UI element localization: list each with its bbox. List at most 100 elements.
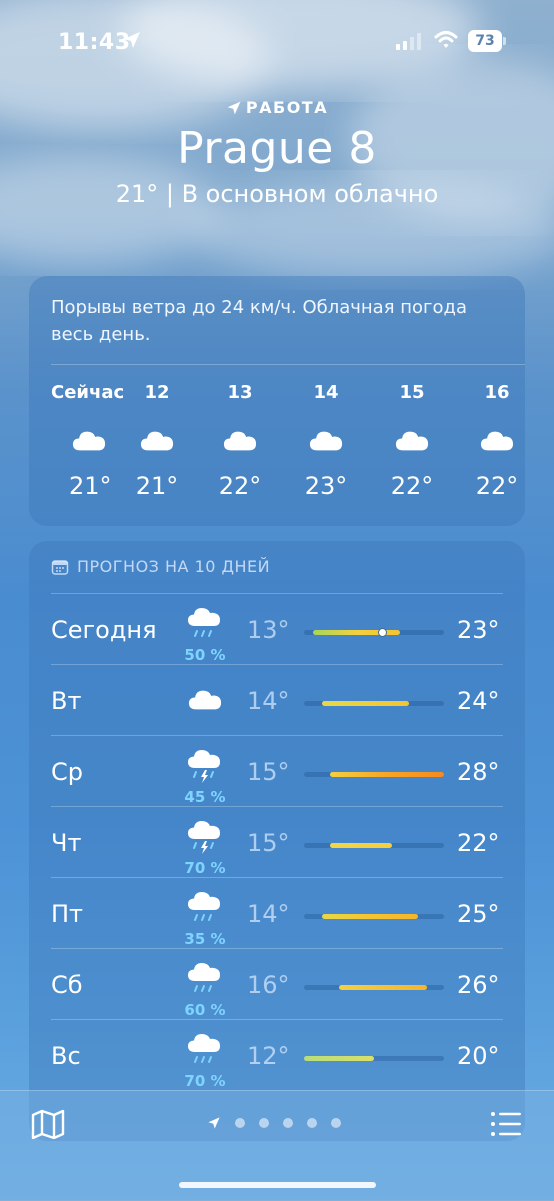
high-temp: 28° bbox=[457, 758, 500, 786]
location-label-row: РАБОТА bbox=[0, 98, 554, 117]
temp-range-fill bbox=[321, 914, 418, 919]
precip-chance: 45 % bbox=[184, 788, 226, 806]
low-temp: 13° bbox=[247, 616, 290, 644]
precip-chance: 70 % bbox=[184, 1072, 226, 1090]
cloud-rain-icon bbox=[179, 600, 231, 648]
cloud-rain-icon bbox=[179, 955, 231, 1003]
day-name: Сб bbox=[51, 971, 83, 999]
day-name: Чт bbox=[51, 829, 82, 857]
hourly-forecast-list[interactable]: Сейчас 21° 12 21° 13 22° 14 23° 15 22° 16 22° bbox=[29, 382, 525, 512]
page-dot[interactable] bbox=[307, 1118, 317, 1128]
forecast-day-row[interactable]: Вс 70 % 12° 20° bbox=[29, 1020, 525, 1091]
hour-temp: 22° bbox=[390, 472, 434, 500]
temp-range-bar bbox=[304, 772, 444, 777]
hour-item: 16 22° bbox=[457, 382, 525, 500]
map-icon[interactable] bbox=[30, 1109, 66, 1139]
forecast-title-row: ПРОГНОЗ НА 10 ДНЕЙ bbox=[51, 557, 270, 576]
temp-range-bar bbox=[304, 1056, 444, 1061]
current-summary: 21° | В основном облачно bbox=[115, 180, 439, 208]
forecast-day-row[interactable]: Чт 70 % 15° 22° bbox=[29, 807, 525, 878]
high-temp: 23° bbox=[457, 616, 500, 644]
high-temp: 22° bbox=[457, 829, 500, 857]
temp-range-fill bbox=[330, 843, 392, 848]
temp-range-bar bbox=[304, 701, 444, 706]
temp-range-bar bbox=[304, 985, 444, 990]
temp-range-bar bbox=[304, 843, 444, 848]
page-indicator[interactable] bbox=[207, 1116, 341, 1130]
location-arrow-icon bbox=[227, 101, 241, 114]
high-temp: 20° bbox=[457, 1042, 500, 1070]
low-temp: 15° bbox=[247, 758, 290, 786]
weather-description: Порывы ветра до 24 км/ч. Облачная погода… bbox=[51, 297, 467, 345]
bottom-toolbar bbox=[0, 1090, 554, 1201]
page-dot[interactable] bbox=[331, 1118, 341, 1128]
temp-range-fill bbox=[312, 630, 401, 635]
hourly-forecast-card[interactable]: Порывы ветра до 24 км/ч. Облачная погода… bbox=[29, 276, 525, 526]
day-name: Ср bbox=[51, 758, 83, 786]
cloud-icon bbox=[457, 414, 525, 466]
hour-item: 14 23° bbox=[286, 382, 366, 500]
ten-day-forecast-card[interactable]: ПРОГНОЗ НА 10 ДНЕЙ Сегодня 50 % 13° 23° Вт 14… bbox=[29, 541, 525, 1141]
temp-range-fill bbox=[339, 985, 427, 990]
cloud-icon bbox=[179, 675, 231, 723]
cloud-thunderstorm-icon bbox=[179, 742, 231, 790]
temp-range-bar bbox=[304, 628, 444, 637]
hour-label: 13 bbox=[227, 382, 253, 403]
forecast-day-row[interactable]: Сегодня 50 % 13° 23° bbox=[29, 594, 525, 665]
low-temp: 15° bbox=[247, 829, 290, 857]
forecast-title: ПРОГНОЗ НА 10 ДНЕЙ bbox=[77, 557, 271, 576]
hour-temp: 21° bbox=[135, 472, 179, 500]
home-indicator[interactable] bbox=[179, 1182, 376, 1188]
cloud-icon bbox=[117, 414, 197, 466]
wifi-icon bbox=[434, 31, 458, 48]
city-name: Prague 8 bbox=[177, 123, 377, 174]
battery-indicator: 73 bbox=[468, 30, 506, 52]
current-location-page-icon[interactable] bbox=[207, 1116, 221, 1130]
precip-chance: 50 % bbox=[184, 646, 226, 664]
forecast-day-row[interactable]: Пт 35 % 14° 25° bbox=[29, 878, 525, 949]
precip-chance: 70 % bbox=[184, 859, 226, 877]
temp-range-fill bbox=[304, 1056, 374, 1061]
low-temp: 14° bbox=[247, 687, 290, 715]
high-temp: 25° bbox=[457, 900, 500, 928]
high-temp: 24° bbox=[457, 687, 500, 715]
calendar-icon bbox=[51, 559, 69, 575]
temp-range-fill bbox=[330, 772, 444, 777]
temp-range-bar bbox=[304, 914, 444, 919]
day-name: Сегодня bbox=[51, 616, 157, 644]
hour-label: 15 bbox=[399, 382, 425, 403]
forecast-day-row[interactable]: Сб 60 % 16° 26° bbox=[29, 949, 525, 1020]
high-temp: 26° bbox=[457, 971, 500, 999]
hour-item: 13 22° bbox=[200, 382, 280, 500]
hour-label: 12 bbox=[144, 382, 170, 403]
cloud-thunderstorm-icon bbox=[179, 813, 231, 861]
hour-label: 14 bbox=[313, 382, 339, 403]
cellular-signal-icon bbox=[396, 30, 421, 50]
page-dot[interactable] bbox=[259, 1118, 269, 1128]
list-icon[interactable] bbox=[490, 1111, 522, 1137]
low-temp: 16° bbox=[247, 971, 290, 999]
location-arrow-icon bbox=[124, 32, 140, 48]
forecast-day-row[interactable]: Вт 14° 24° bbox=[29, 665, 525, 736]
page-dot[interactable] bbox=[235, 1118, 245, 1128]
cloud-rain-icon bbox=[179, 1026, 231, 1074]
status-bar: 11:43 73 bbox=[0, 0, 554, 80]
precip-chance: 60 % bbox=[184, 1001, 226, 1019]
day-name: Вс bbox=[51, 1042, 81, 1070]
hour-temp: 22° bbox=[475, 472, 519, 500]
page-dot[interactable] bbox=[283, 1118, 293, 1128]
hour-item: 12 21° bbox=[117, 382, 197, 500]
hour-label: 16 bbox=[484, 382, 510, 403]
hour-temp: 23° bbox=[304, 472, 348, 500]
status-time: 11:43 bbox=[58, 30, 131, 55]
hour-item: 15 22° bbox=[372, 382, 452, 500]
low-temp: 12° bbox=[247, 1042, 290, 1070]
low-temp: 14° bbox=[247, 900, 290, 928]
current-temp-marker bbox=[378, 628, 388, 637]
cloud-icon bbox=[286, 414, 366, 466]
day-name: Пт bbox=[51, 900, 84, 928]
location-label: РАБОТА bbox=[245, 98, 329, 117]
cloud-icon bbox=[372, 414, 452, 466]
cloud-rain-icon bbox=[179, 884, 231, 932]
forecast-day-row[interactable]: Ср 45 % 15° 28° bbox=[29, 736, 525, 807]
